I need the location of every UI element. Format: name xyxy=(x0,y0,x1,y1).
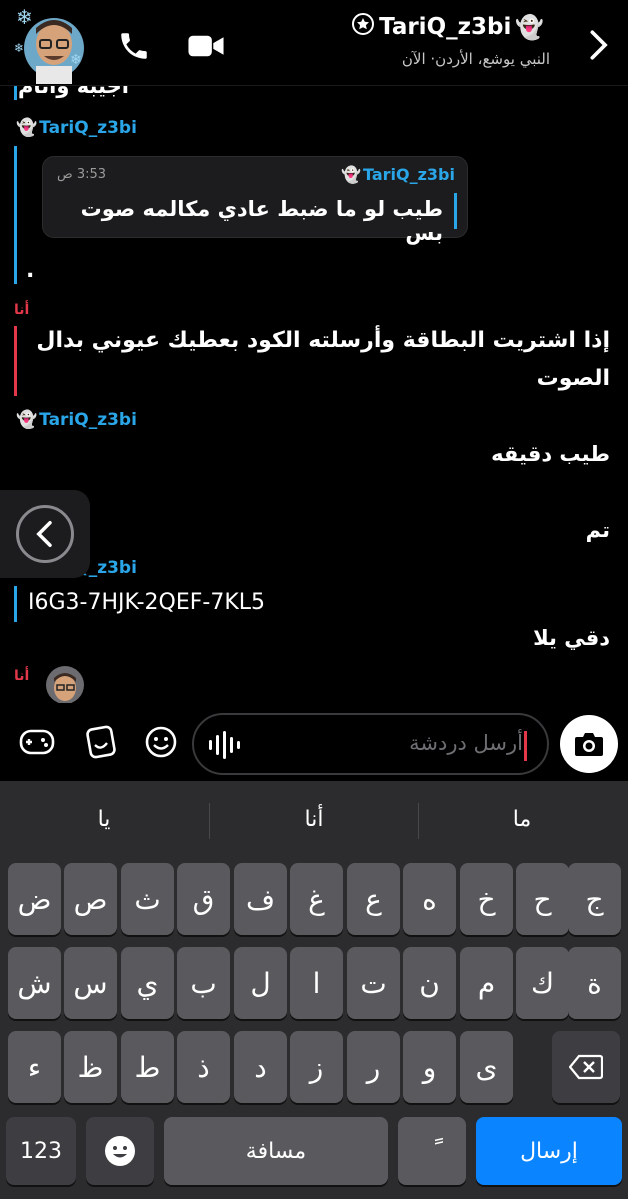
sticker-icon[interactable] xyxy=(82,723,120,761)
key[interactable]: س xyxy=(64,947,117,1019)
emoji-key[interactable] xyxy=(86,1117,154,1185)
key[interactable]: غ xyxy=(290,863,343,935)
message-text: الصوت xyxy=(536,366,610,391)
key[interactable]: ج xyxy=(568,863,621,935)
key[interactable]: ف xyxy=(234,863,287,935)
ghost-icon: 👻 xyxy=(341,165,361,184)
key[interactable]: ب xyxy=(177,947,230,1019)
key[interactable]: ث xyxy=(121,863,174,935)
friend-name[interactable]: TariQ_z3bi 👻 xyxy=(351,12,544,42)
key[interactable]: ت xyxy=(347,947,400,1019)
key[interactable]: خ xyxy=(460,863,513,935)
my-bitmoji-avatar xyxy=(46,666,84,703)
phone-call-icon[interactable] xyxy=(112,24,156,68)
friend-name-text: TariQ_z3bi xyxy=(379,14,512,40)
key[interactable]: ذ xyxy=(177,1031,230,1103)
key[interactable]: م xyxy=(460,947,513,1019)
chat-input[interactable]: أرسل دردشة xyxy=(192,713,549,775)
message-bar xyxy=(14,146,17,284)
voice-note-icon[interactable] xyxy=(208,729,244,765)
key[interactable]: و xyxy=(403,1031,456,1103)
svg-text:❄: ❄ xyxy=(16,5,33,29)
message-text: . xyxy=(26,258,35,283)
key[interactable]: ه xyxy=(403,863,456,935)
games-icon[interactable] xyxy=(18,723,56,761)
sender-name: 👻TariQ_z3bi xyxy=(16,118,137,138)
message-text: طيب دقيقه xyxy=(491,442,610,466)
ghost-icon: 👻 xyxy=(16,410,38,430)
quote-timestamp: 3:53 ص xyxy=(57,167,107,182)
message-text: دقي يلا xyxy=(533,626,610,650)
key[interactable]: ى xyxy=(460,1031,513,1103)
emoji-icon xyxy=(105,1136,135,1166)
ghost-icon: 👻 xyxy=(515,14,544,41)
emoji-icon[interactable] xyxy=(142,723,180,761)
friend-location-status: النبي يوشع، الأردن· الآن xyxy=(401,50,550,68)
key[interactable]: ة xyxy=(568,947,621,1019)
chat-input-placeholder: أرسل دردشة xyxy=(409,731,523,755)
key[interactable]: ق xyxy=(177,863,230,935)
diacritic-key[interactable]: ً xyxy=(398,1117,466,1185)
side-back-button[interactable] xyxy=(0,490,90,578)
key[interactable]: ي xyxy=(121,947,174,1019)
message-text: تم xyxy=(585,518,610,542)
key[interactable]: ح xyxy=(516,863,569,935)
keyboard: يا أنا ما ض ص ث ق ف غ ع ه خ ح ج ش س ي ب … xyxy=(0,781,628,1199)
message-bar xyxy=(14,326,17,396)
svg-text:❄: ❄ xyxy=(14,41,24,55)
message-bar xyxy=(14,586,17,622)
key[interactable]: ا xyxy=(290,947,343,1019)
key[interactable]: ل xyxy=(234,947,287,1019)
send-key[interactable]: إرسال xyxy=(476,1117,622,1185)
suggestion-bar: يا أنا ما xyxy=(0,781,628,861)
message-text: إذا اشتريت البطاقة وأرسلته الكود بعطيك ع… xyxy=(36,328,610,353)
suggestion-item[interactable]: ما xyxy=(442,807,602,832)
quote-text: طيب لو ما ضبط عادي مكالمه صوت بس xyxy=(80,197,443,245)
key[interactable]: ء xyxy=(8,1031,61,1103)
me-label: أنا xyxy=(14,668,30,684)
svg-text:❄: ❄ xyxy=(70,52,82,68)
space-key[interactable]: مسافة xyxy=(164,1117,388,1185)
key[interactable]: د xyxy=(234,1031,287,1103)
message-bar xyxy=(14,86,17,100)
key[interactable]: ع xyxy=(347,863,400,935)
chevron-left-icon xyxy=(16,505,74,563)
camera-icon xyxy=(575,733,603,756)
chat-thread[interactable]: اجيبه وانام 👻 TariQ_z3bi 3:53 ص 👻 TariQ_z3… xyxy=(0,86,628,703)
key[interactable]: ك xyxy=(516,947,569,1019)
sender-name: 👻TariQ_z3bi xyxy=(16,410,137,430)
key[interactable]: ر xyxy=(347,1031,400,1103)
ghost-icon: 👻 xyxy=(16,118,38,138)
suggestion-divider xyxy=(209,803,210,839)
chevron-right-icon[interactable] xyxy=(586,28,610,66)
message-text: I6G3-7HJK-2QEF-7KL5 xyxy=(28,590,266,615)
suggestion-item[interactable]: أنا xyxy=(234,807,394,832)
key[interactable]: ش xyxy=(8,947,61,1019)
key[interactable]: ز xyxy=(290,1031,343,1103)
key[interactable]: ص xyxy=(64,863,117,935)
backspace-icon xyxy=(569,1054,603,1080)
key[interactable]: ط xyxy=(121,1031,174,1103)
star-badge-icon xyxy=(351,12,375,42)
message-text: اجيبه وانام xyxy=(18,86,129,98)
quoted-message[interactable]: 3:53 ص 👻 TariQ_z3bi طيب لو ما ضبط عادي مك… xyxy=(42,156,468,245)
key[interactable]: ض xyxy=(8,863,61,935)
camera-button[interactable] xyxy=(560,715,618,773)
compose-bar: أرسل دردشة xyxy=(0,703,628,781)
quote-bar xyxy=(454,193,457,229)
text-caret xyxy=(524,731,527,761)
suggestion-divider xyxy=(418,803,419,839)
backspace-key[interactable] xyxy=(552,1031,620,1103)
video-call-icon[interactable] xyxy=(184,24,228,68)
friend-avatar[interactable]: ❄ ❄ ❄ xyxy=(14,4,86,84)
chat-header: ❄ ❄ ❄ TariQ_z3bi 👻 النبي يوشع، الأردن· ا… xyxy=(0,0,628,86)
numbers-key[interactable]: 123 xyxy=(6,1117,76,1185)
key[interactable]: ن xyxy=(403,947,456,1019)
me-label: أنا xyxy=(14,302,30,318)
key[interactable]: ظ xyxy=(64,1031,117,1103)
quote-sender: 👻 TariQ_z3bi xyxy=(341,165,455,184)
suggestion-item[interactable]: يا xyxy=(24,807,184,832)
